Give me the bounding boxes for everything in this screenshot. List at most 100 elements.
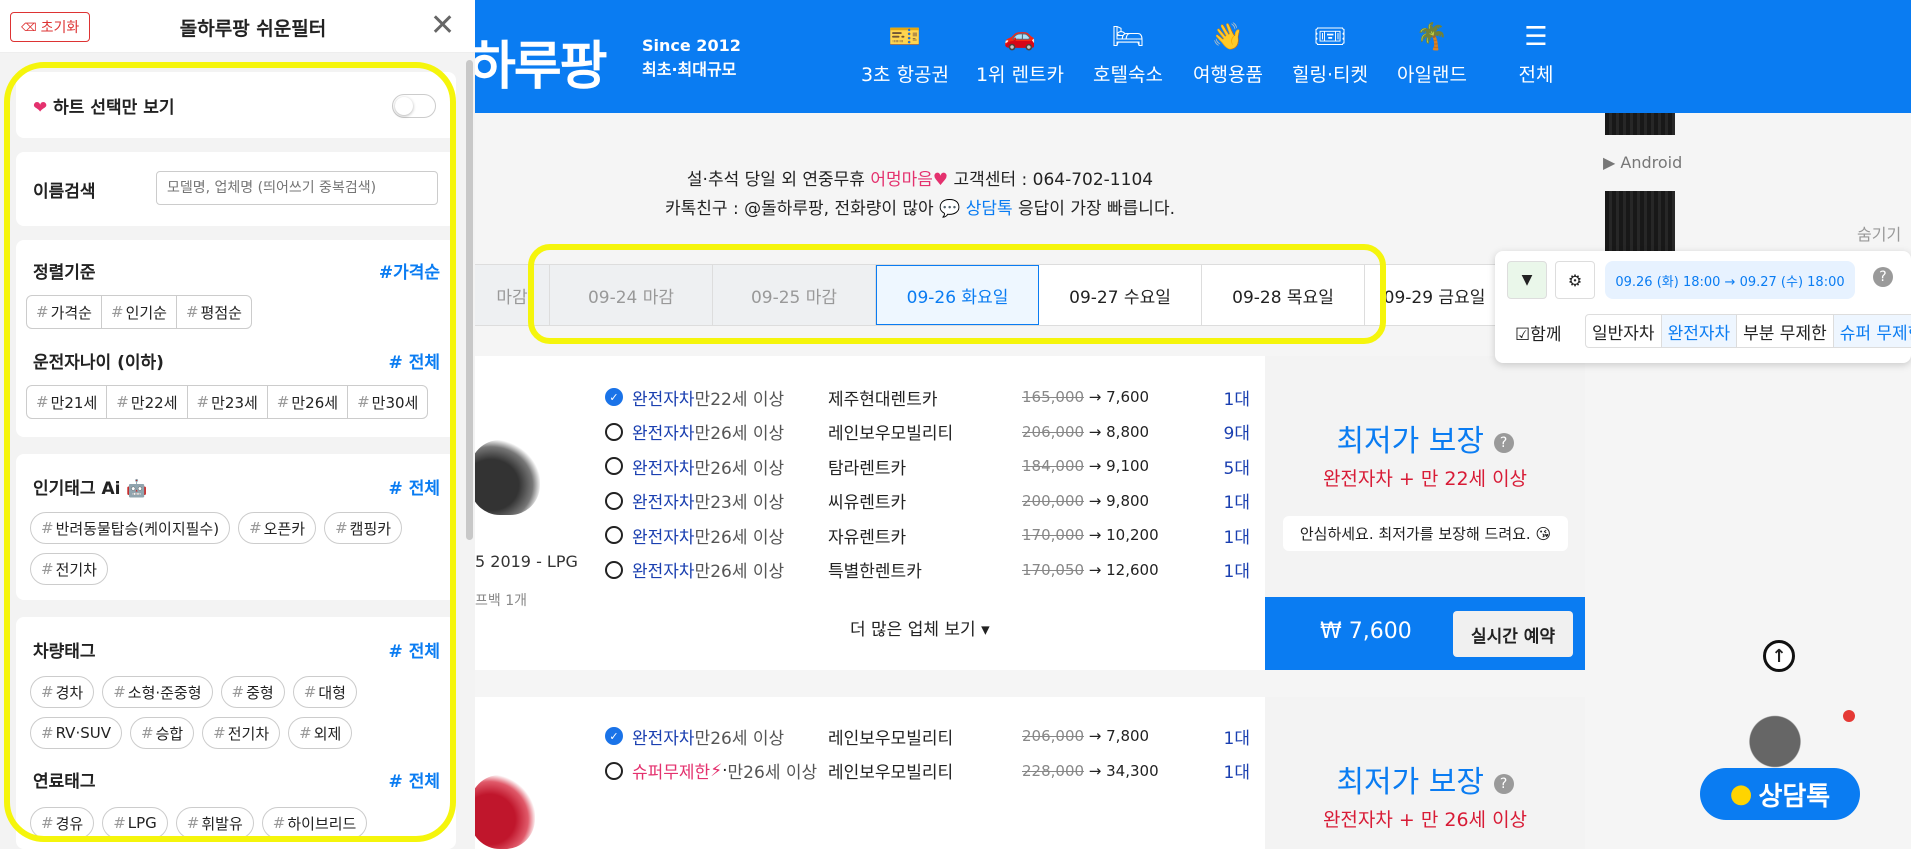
- settings-button[interactable]: ⚙: [1555, 261, 1595, 299]
- age-limit: 만23세 이상: [694, 493, 785, 514]
- tag-age[interactable]: 만23세: [188, 386, 268, 418]
- table-row[interactable]: 완전자차 만26세 이상 탐라렌트카 184,000 → 9,100 5대: [605, 449, 1250, 484]
- company-name[interactable]: 제주현대렌트카: [828, 385, 937, 410]
- filter-panel: ⌫초기화 돌하루팡 쉬운필터 ✕ ❤ 하트 선택만 보기 이름검색 정렬기준 #…: [0, 0, 475, 849]
- android-label[interactable]: ▶ Android: [1603, 153, 1682, 172]
- price-change: 170,000 → 10,200: [1022, 526, 1159, 545]
- radio-button[interactable]: [605, 457, 623, 476]
- tag-car[interactable]: 중형: [220, 676, 285, 708]
- insurance-segment: 일반자차 완전자차 부분 무제한 슈퍼 무제한: [1585, 314, 1911, 348]
- insurance-type: 완전자차: [632, 458, 695, 479]
- table-row[interactable]: 완전자차 만26세 이상 특별한렌트카 170,050 → 12,600 1대: [605, 553, 1250, 588]
- tag-fuel[interactable]: 경유: [30, 807, 95, 839]
- kiss-emoji-icon: 😘: [1535, 525, 1552, 543]
- caret-down-icon: ▾: [981, 620, 990, 640]
- table-row[interactable]: 슈퍼무제한 ⚡ · 만26세 이상 레인보우모빌리티 228,000 → 34,300 1대: [605, 754, 1250, 789]
- help-icon[interactable]: ?: [1493, 773, 1514, 794]
- tag-car[interactable]: 외제: [288, 717, 353, 749]
- age-limit: 만26세 이상: [694, 728, 785, 749]
- fuel-all-link: 전체: [408, 772, 440, 792]
- tag-age[interactable]: 만21세: [27, 386, 108, 418]
- tag-sort-price[interactable]: 가격순: [27, 296, 102, 328]
- scrollbar[interactable]: [466, 60, 473, 540]
- company-name[interactable]: 씨유렌트카: [828, 488, 906, 513]
- tag-age[interactable]: 만26세: [268, 386, 349, 418]
- table-row[interactable]: 완전자차 만26세 이상 레인보우모빌리티 206,000 → 8,800 9대: [605, 415, 1250, 450]
- radio-button[interactable]: ✓: [605, 727, 623, 746]
- radio-button[interactable]: [605, 560, 623, 579]
- together-checkbox[interactable]: ☑함께: [1515, 320, 1562, 345]
- qr-code: [1605, 113, 1675, 135]
- tag-car[interactable]: 전기차: [202, 717, 281, 749]
- tag-open-car[interactable]: 오픈카: [238, 512, 317, 544]
- tag-electric[interactable]: 전기차: [30, 553, 108, 585]
- sort-tags: 가격순 인기순 평점순: [26, 295, 252, 329]
- table-row[interactable]: ✓ 완전자차 만22세 이상 제주현대렌트카 165,000 → 7,600 1대: [605, 380, 1250, 415]
- radio-button[interactable]: [605, 491, 623, 510]
- radio-button[interactable]: [605, 761, 623, 780]
- dropdown-button[interactable]: ▼: [1507, 261, 1547, 299]
- book-button[interactable]: 실시간 예약: [1453, 611, 1573, 657]
- more-companies-link[interactable]: 더 많은 업체 보기 ▾: [850, 615, 990, 640]
- tag-age[interactable]: 만30세: [348, 386, 427, 418]
- radio-button[interactable]: [605, 526, 623, 545]
- age-limit: 만26세 이상: [694, 562, 785, 583]
- tag-car[interactable]: 대형: [292, 676, 357, 708]
- table-row[interactable]: 완전자차 만23세 이상 씨유렌트카 200,000 → 9,800 1대: [605, 484, 1250, 519]
- heart-only-toggle[interactable]: [392, 94, 436, 118]
- nav-island[interactable]: 🌴 아일랜드: [1372, 20, 1492, 87]
- tag-pet[interactable]: 반려동물탑승(케이지필수): [30, 512, 231, 544]
- nav-flights[interactable]: 🎫 3초 항공권: [845, 20, 965, 87]
- hide-link[interactable]: 숨기기: [1857, 221, 1901, 245]
- company-name[interactable]: 레인보우모빌리티: [828, 724, 953, 749]
- date-range[interactable]: 09.26 (화) 18:00 → 09.27 (수) 18:00: [1605, 261, 1855, 299]
- company-name[interactable]: 자유렌트카: [828, 523, 906, 548]
- tag-car[interactable]: 소형·준중형: [102, 676, 213, 708]
- segment-normal[interactable]: 일반자차: [1586, 315, 1662, 347]
- tag-car[interactable]: RV·SUV: [30, 717, 122, 749]
- segment-super[interactable]: 슈퍼 무제한: [1833, 315, 1911, 347]
- date-tab[interactable]: 09-29 금요일: [1365, 265, 1505, 325]
- tag-car[interactable]: 경차: [30, 676, 95, 708]
- since-badge: Since 2012 최초·최대규모: [642, 34, 741, 82]
- hash-icon: #: [388, 353, 403, 373]
- tag-fuel[interactable]: LPG: [102, 807, 168, 839]
- close-icon[interactable]: ✕: [430, 8, 455, 43]
- company-name[interactable]: 특별한렌트카: [828, 557, 922, 582]
- nav-all[interactable]: ☰ 전체: [1486, 20, 1586, 87]
- company-name[interactable]: 레인보우모빌리티: [828, 758, 953, 783]
- search-input[interactable]: [156, 171, 438, 205]
- car-count: 1대: [1223, 728, 1250, 749]
- tag-sort-popular[interactable]: 인기순: [102, 296, 177, 328]
- guarantee-box: 최저가 보장 ? 완전자차 + 만 22세 이상 안심하세요. 최저가를 보장해…: [1265, 356, 1585, 597]
- fuel-tags-title: 연료태그: [33, 772, 96, 792]
- chat-button[interactable]: ● 상담톡: [1700, 768, 1860, 820]
- nav-rentcar[interactable]: 🚗 1위 렌트카: [960, 20, 1080, 87]
- table-row[interactable]: 완전자차 만26세 이상 자유렌트카 170,000 → 10,200 1대: [605, 518, 1250, 553]
- segment-partial[interactable]: 부분 무제한: [1737, 315, 1834, 347]
- tag-sort-rating[interactable]: 평점순: [177, 296, 251, 328]
- tag-car[interactable]: 승합: [129, 717, 195, 749]
- age-title: 운전자나이 (이하): [33, 353, 164, 373]
- consult-link[interactable]: 상담톡: [966, 199, 1013, 219]
- company-name[interactable]: 탐라렌트카: [828, 454, 906, 479]
- segment-full[interactable]: 완전자차: [1661, 315, 1738, 347]
- help-icon[interactable]: ?: [1873, 267, 1893, 287]
- insurance-type: 완전자차: [632, 424, 695, 445]
- tag-fuel[interactable]: 하이브리드: [261, 807, 368, 839]
- table-row[interactable]: ✓ 완전자차 만26세 이상 레인보우모빌리티 206,000 → 7,800 1대: [605, 719, 1250, 754]
- help-icon[interactable]: ?: [1493, 432, 1514, 453]
- tag-fuel[interactable]: 휘발유: [175, 807, 254, 839]
- car-tags-section: 차량태그 # 전체 경차 소형·준중형 중형 대형 RV·SUV 승합 전기차 …: [16, 617, 456, 849]
- car-image[interactable]: [470, 775, 535, 849]
- tag-camping-car[interactable]: 캠핑카: [324, 512, 403, 544]
- company-name[interactable]: 레인보우모빌리티: [828, 419, 953, 444]
- scroll-top-button[interactable]: ↑: [1763, 640, 1795, 672]
- radio-button[interactable]: ✓: [605, 388, 623, 407]
- insurance-type: 완전자차: [632, 389, 695, 410]
- tag-age[interactable]: 만22세: [107, 386, 188, 418]
- hash-icon: #: [388, 479, 403, 499]
- price-change: 165,000 → 7,600: [1022, 388, 1150, 407]
- car-image[interactable]: [470, 440, 540, 515]
- radio-button[interactable]: [605, 422, 623, 441]
